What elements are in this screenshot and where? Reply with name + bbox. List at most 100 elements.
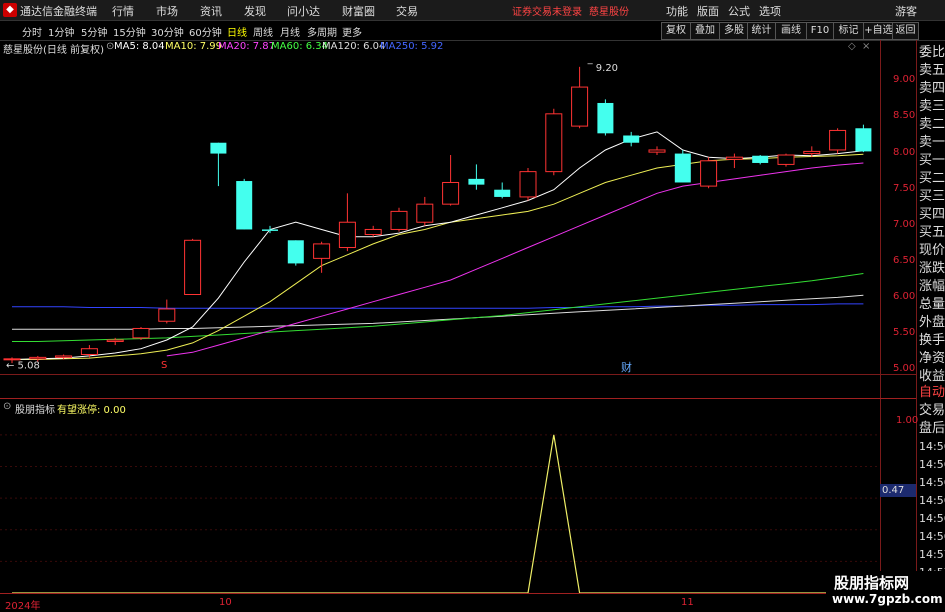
ma-info-row: 慈星股份(日线 前复权) ⊙ MA5: 8.04 MA10: 7.99 MA20: … (0, 41, 880, 56)
toolbar-button[interactable]: F10 (806, 22, 834, 40)
quote-label: 卖四 (919, 81, 945, 96)
candle-body-down (752, 155, 769, 163)
indicator-axis-top: 1.00 (896, 415, 919, 426)
candle-body-down (597, 102, 614, 134)
quote-label: 总量 (919, 297, 945, 312)
toolbar-button[interactable]: 统计 (747, 22, 776, 40)
period-tab[interactable]: 5分钟 (81, 24, 107, 39)
trade-list-item: 14:56 (919, 458, 945, 471)
period-tab[interactable]: 更多 (342, 24, 362, 39)
candle-body-up (545, 113, 563, 173)
trade-list-item: 盘后 (919, 421, 945, 436)
price-axis-label: 8.00 (893, 146, 916, 158)
candle-body-up (442, 181, 460, 205)
marker-s: S (161, 360, 168, 371)
indicator-chart[interactable] (0, 399, 880, 593)
price-axis-label: 5.50 (893, 327, 916, 339)
title-bar: ◆ 通达信金融终端 行情 市场 资讯 发现 问小达 财富圈 交易 证券交易未登录 慈星股份 … (0, 0, 945, 21)
close-icon[interactable]: × (862, 41, 870, 52)
quote-label: 买三 (919, 189, 945, 204)
toolbar-button[interactable]: 多股 (719, 22, 749, 40)
period-tab[interactable]: 分时 (22, 24, 42, 39)
toolbar-button[interactable]: 标记 (833, 22, 864, 40)
quote-label: 买一 (919, 153, 945, 168)
period-tab[interactable]: 60分钟 (189, 24, 222, 39)
quote-label: 卖三 (919, 99, 945, 114)
menu-item[interactable]: 问小达 (287, 3, 320, 19)
candle-body-up (29, 356, 47, 360)
quote-label: 卖一 (919, 135, 945, 150)
price-axis-label: 7.50 (893, 182, 916, 194)
diamond-icon[interactable]: ◇ (848, 41, 856, 52)
toolbar-button[interactable]: 叠加 (690, 22, 720, 40)
current-stock-name: 慈星股份 (589, 7, 629, 18)
candle-body-down (210, 142, 227, 154)
candle-body-up (55, 355, 73, 358)
right-menu-item[interactable]: 选项 (759, 3, 781, 19)
candle-body-up (571, 86, 589, 127)
date-axis (0, 594, 880, 609)
candlestick-chart[interactable]: ‾ 9.20 ← 5.08 (0, 56, 880, 374)
candle-body-up (519, 171, 537, 198)
ma20-line (166, 162, 864, 357)
low-price-label: ← 5.08 (6, 361, 40, 372)
login-warning[interactable]: 证券交易未登录 (512, 3, 582, 18)
marker-cai: 财 (621, 361, 632, 374)
candle-body-up (803, 150, 821, 155)
candle-body-down (262, 229, 278, 231)
toolbar-button[interactable]: +自选 (863, 22, 894, 40)
high-price-label: ‾ 9.20 (587, 63, 618, 74)
toolbar-button[interactable]: 返回 (892, 22, 919, 40)
stock-info-name: 慈星股份(日线 前复权) (3, 45, 104, 56)
period-tab[interactable]: 日线 (227, 24, 247, 39)
menu-item[interactable]: 市场 (156, 3, 178, 19)
quote-label: 买五 (919, 225, 945, 240)
quote-label: 涨跌 (919, 261, 945, 276)
candle-body-up (184, 239, 202, 295)
quote-label: 卖五 (919, 63, 945, 78)
ma120-line (12, 294, 864, 330)
ma250-line (12, 303, 864, 309)
period-tab[interactable]: 月线 (280, 24, 300, 39)
guest-label[interactable]: 游客 (895, 3, 917, 19)
candle-body-up (106, 339, 124, 342)
candle-body-up (338, 221, 356, 249)
menu-item[interactable]: 资讯 (200, 3, 222, 19)
price-axis-label: 6.50 (893, 254, 916, 266)
menu-item[interactable]: 财富圈 (342, 3, 375, 19)
toolbar-button[interactable]: 复权 (661, 22, 691, 40)
ma-value: MA5: 8.04 (114, 41, 165, 52)
period-tab[interactable]: 周线 (253, 24, 273, 39)
candle-body-up (700, 160, 718, 187)
menu-item[interactable]: 交易 (396, 3, 418, 19)
indicator-cursor-value: 0.47 (880, 484, 916, 497)
price-axis-label: 6.00 (893, 291, 916, 303)
right-menu-item[interactable]: 版面 (697, 3, 719, 19)
period-tab[interactable]: 30分钟 (151, 24, 184, 39)
right-menu-item[interactable]: 功能 (666, 3, 688, 19)
candle-body-down (236, 181, 253, 230)
period-tab[interactable]: 15分钟 (113, 24, 146, 39)
toolbar-button[interactable]: 画线 (775, 22, 807, 40)
axis-divider (880, 40, 881, 593)
ma5-line (11, 131, 864, 360)
trade-list-item: 交易 (919, 403, 945, 418)
period-tab[interactable]: 多周期 (307, 24, 337, 39)
right-menu-item[interactable]: 公式 (728, 3, 750, 19)
candle-body-up (313, 243, 331, 259)
candle-body-up (725, 156, 743, 160)
trade-list-item: 自动 (919, 385, 945, 400)
candle-body-up (829, 129, 847, 151)
candle-body-down (494, 189, 511, 197)
trade-list-item: 14:56 (919, 440, 945, 453)
candle-body-up (364, 228, 382, 236)
ma-value: MA60: 6.34 (271, 41, 329, 52)
menu-item[interactable]: 行情 (112, 3, 134, 19)
trade-list-item: 14:56 (919, 530, 945, 543)
candle-body-up (648, 149, 666, 153)
trade-list-item: 14:57 (919, 548, 945, 561)
menu-item[interactable]: 发现 (244, 3, 266, 19)
period-tab[interactable]: 1分钟 (48, 24, 74, 39)
quote-label: 委比 (919, 45, 945, 60)
candle-body-up (777, 154, 795, 165)
